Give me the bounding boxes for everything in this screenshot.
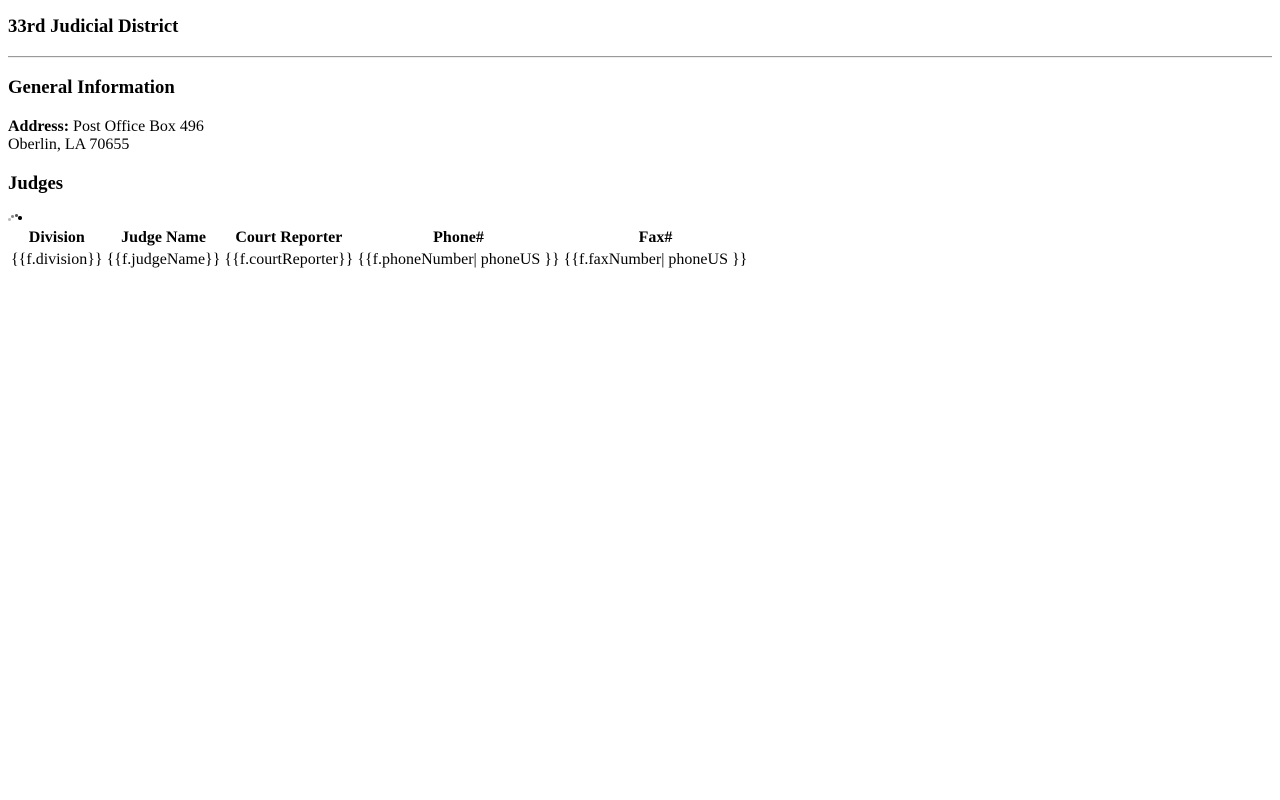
column-header-phone: Phone# <box>433 229 484 246</box>
cell-division: {{f.division}} <box>11 251 103 268</box>
judges-table: Division Judge Name Court Reporter Phone… <box>8 226 750 272</box>
page-title: 33rd Judicial District <box>8 16 179 37</box>
address-block: Address: Post Office Box 496 Oberlin, LA… <box>8 118 1272 154</box>
address-label: Address: <box>8 118 70 135</box>
address-line-1: Post Office Box 496 <box>73 118 204 135</box>
column-header-judge-name: Judge Name <box>121 229 206 246</box>
address-line-2: Oberlin, LA 70655 <box>8 136 130 153</box>
table-row: {{f.division}} {{f.judgeName}} {{f.court… <box>10 250 748 270</box>
table-header-row: Division Judge Name Court Reporter Phone… <box>10 228 748 248</box>
cell-fax: {{f.faxNumber| phoneUS }} <box>563 251 748 268</box>
column-header-division: Division <box>28 229 85 246</box>
column-header-court-reporter: Court Reporter <box>235 229 343 246</box>
column-header-fax: Fax# <box>638 229 673 246</box>
cell-judge-name: {{f.judgeName}} <box>106 251 221 268</box>
general-information-heading: General Information <box>8 77 175 98</box>
loading-spinner-icon <box>8 214 22 224</box>
cell-phone: {{f.phoneNumber| phoneUS }} <box>357 251 560 268</box>
page: 33rd Judicial District General Informati… <box>0 0 1280 272</box>
judges-heading: Judges <box>8 173 64 194</box>
cell-court-reporter: {{f.courtReporter}} <box>224 251 354 268</box>
divider <box>8 56 1272 58</box>
